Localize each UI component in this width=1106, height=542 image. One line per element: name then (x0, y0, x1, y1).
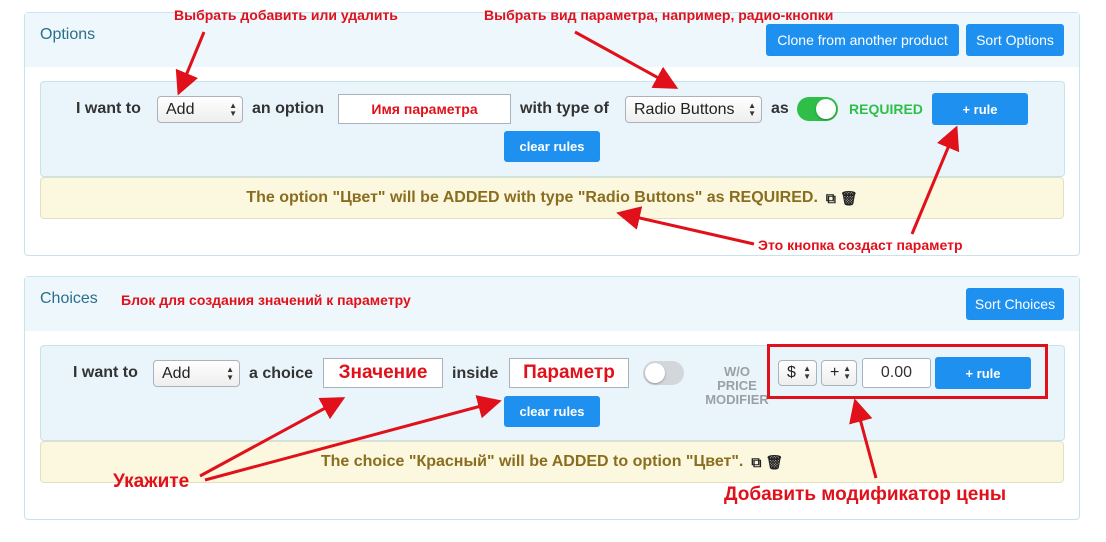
options-title: Options (40, 26, 96, 43)
select-arrows-icon: ▲ ▼ (229, 100, 237, 118)
option-summary: The option "Цвет" will be ADDED with typ… (40, 177, 1064, 219)
choices-title: Choices (40, 290, 98, 307)
copy-icon[interactable]: ⧉ (826, 190, 836, 207)
annotation-add-price-modifier: Добавить модификатор цены (724, 484, 1007, 505)
annotation-specify: Укажите (113, 471, 190, 492)
option-action-select[interactable]: Add ▲ ▼ (157, 96, 243, 123)
toggle-knob (645, 363, 665, 383)
price-modifier-toggle[interactable] (643, 361, 684, 385)
select-arrows-icon: ▲ ▼ (226, 364, 234, 382)
an-option-label: an option (252, 100, 324, 117)
choice-clear-rules-button[interactable]: clear rules (504, 396, 600, 427)
a-choice-label: a choice (249, 365, 314, 382)
choice-value-text: Значение (338, 362, 428, 383)
annotation-button-creates-param: Это кнопка создаст параметр (758, 237, 963, 253)
option-type-select[interactable]: Radio Buttons ▲ ▼ (625, 96, 762, 123)
sort-choices-button[interactable]: Sort Choices (966, 288, 1064, 320)
choice-action-select[interactable]: Add ▲ ▼ (153, 360, 240, 387)
option-type-value: Radio Buttons (634, 100, 735, 118)
inside-label: inside (452, 365, 499, 382)
choice-parameter-input[interactable]: Параметр (509, 358, 629, 388)
option-action-value: Add (166, 100, 195, 118)
choice-i-want-to-label: I want to (73, 364, 138, 381)
as-label: as (771, 100, 789, 117)
option-name-input[interactable]: Имя параметра (338, 94, 511, 124)
annotation-select-param-type: Выбрать вид параметра, например, радио-к… (484, 7, 834, 23)
option-summary-text: The option "Цвет" will be ADDED with typ… (246, 189, 818, 206)
choice-summary: The choice "Красный" will be ADDED to op… (40, 441, 1064, 483)
choice-action-value: Add (162, 364, 191, 382)
trash-icon[interactable]: 🗑 (765, 454, 783, 471)
add-option-rule-button[interactable]: + rule (932, 93, 1028, 125)
option-i-want-to-label: I want to (76, 100, 141, 117)
price-modifier-highlight (767, 344, 1048, 399)
annotation-choices-block-hint: Блок для создания значений к параметру (121, 292, 411, 308)
sort-options-button[interactable]: Sort Options (966, 24, 1064, 56)
choice-value-input[interactable]: Значение (323, 358, 443, 388)
copy-icon[interactable]: ⧉ (751, 454, 761, 471)
select-arrows-icon: ▲ ▼ (748, 100, 756, 118)
clone-from-another-product-button[interactable]: Clone from another product (766, 24, 959, 56)
annotation-select-add-remove: Выбрать добавить или удалить (174, 7, 398, 23)
required-toggle[interactable] (797, 97, 838, 121)
trash-icon[interactable]: 🗑 (840, 190, 858, 207)
with-type-of-label: with type of (520, 100, 609, 117)
toggle-knob (816, 99, 836, 119)
option-clear-rules-button[interactable]: clear rules (504, 131, 600, 162)
choice-summary-text: The choice "Красный" will be ADDED to op… (320, 453, 744, 470)
wo-price-modifier-label: W/O PRICE MODIFIER (705, 364, 769, 407)
choice-parameter-text: Параметр (523, 362, 615, 383)
required-label: REQUIRED (849, 101, 923, 117)
option-name-value: Имя параметра (371, 101, 478, 117)
